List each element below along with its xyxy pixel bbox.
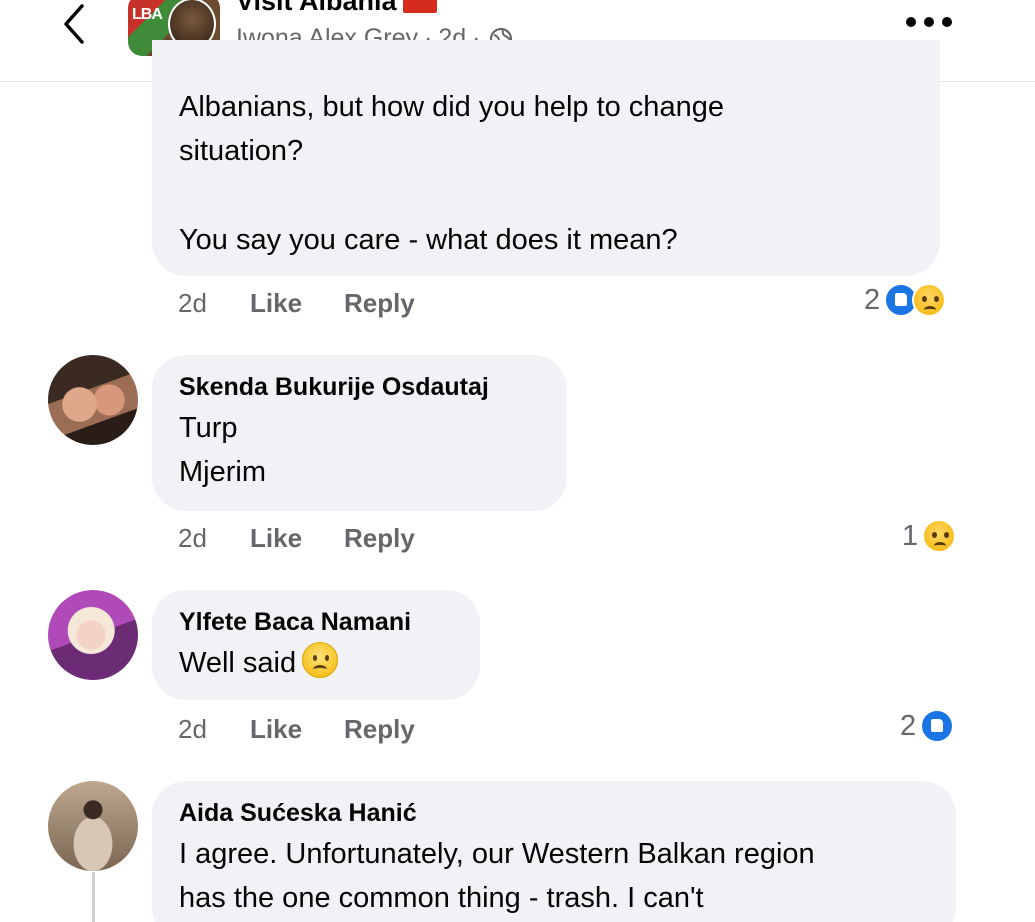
comment-time[interactable]: 2d <box>178 523 250 554</box>
back-button[interactable] <box>58 2 90 46</box>
comment-text: Well said <box>179 641 453 685</box>
frown-emoji-icon <box>302 642 339 678</box>
avatar[interactable] <box>48 355 138 445</box>
reply-button[interactable]: Reply <box>344 714 415 745</box>
comment-author[interactable]: Skenda Bukurije Osdautaj <box>179 373 540 402</box>
comment-time[interactable]: 2d <box>178 714 250 745</box>
comment-text-line: has the one common thing - trash. I can'… <box>179 882 704 914</box>
reaction-summary[interactable]: 2 <box>864 283 947 317</box>
comment-author[interactable]: Ylfete Baca Namani <box>179 608 453 637</box>
comment-text-line: situation? <box>179 135 304 167</box>
comment-author[interactable]: Aida Sućeska Hanić <box>179 799 929 828</box>
reaction-count: 1 <box>902 519 919 552</box>
reaction-summary[interactable]: 2 <box>900 709 955 743</box>
more-dot <box>924 17 934 27</box>
like-button[interactable]: Like <box>250 288 344 319</box>
avatar[interactable] <box>48 590 138 680</box>
more-options-button[interactable] <box>906 8 952 36</box>
reply-button[interactable]: Reply <box>344 288 415 319</box>
comment-text-line: Well said <box>179 647 297 679</box>
chevron-left-icon <box>64 4 84 44</box>
like-reaction-icon <box>920 709 955 743</box>
comment-text-line: You say you care - what does it mean? <box>179 224 678 256</box>
albania-flag-icon <box>402 0 437 13</box>
comment-actions: 2d Like Reply <box>178 714 415 745</box>
page-title[interactable]: Visit Albania <box>236 0 437 17</box>
reaction-summary[interactable]: 1 <box>902 519 957 553</box>
comment-actions: 2d Like Reply <box>178 523 415 554</box>
comment-time[interactable]: 2d <box>178 288 250 319</box>
page-name: Visit Albania <box>236 0 397 16</box>
comment-text-line: Albanians, but how did you help to chang… <box>179 91 724 123</box>
reaction-count: 2 <box>864 283 881 316</box>
like-button[interactable]: Like <box>250 714 344 745</box>
comment-text-line: Turp <box>179 412 238 444</box>
comment-bubble[interactable]: Aida Sućeska Hanić I agree. Unfortunatel… <box>152 781 956 922</box>
reply-button[interactable]: Reply <box>344 523 415 554</box>
comment-text-line: Mjerim <box>179 456 266 488</box>
comment-actions: 2d Like Reply <box>178 288 415 319</box>
more-dot <box>942 17 952 27</box>
avatar[interactable] <box>48 781 138 871</box>
reply-thread-line <box>92 872 95 922</box>
sad-reaction-icon <box>922 519 957 553</box>
like-button[interactable]: Like <box>250 523 344 554</box>
reaction-count: 2 <box>900 709 917 742</box>
sad-reaction-icon <box>912 283 947 317</box>
comment-text-line: I agree. Unfortunately, our Western Balk… <box>179 838 815 870</box>
more-dot <box>906 17 916 27</box>
comment-bubble[interactable]: Skenda Bukurije Osdautaj Turp Mjerim <box>152 355 567 511</box>
page-avatar-text: LBA <box>132 6 163 23</box>
comment-bubble[interactable]: Ylfete Baca Namani Well said <box>152 590 480 700</box>
comment-bubble[interactable]: Albanians, but how did you help to chang… <box>152 40 940 276</box>
